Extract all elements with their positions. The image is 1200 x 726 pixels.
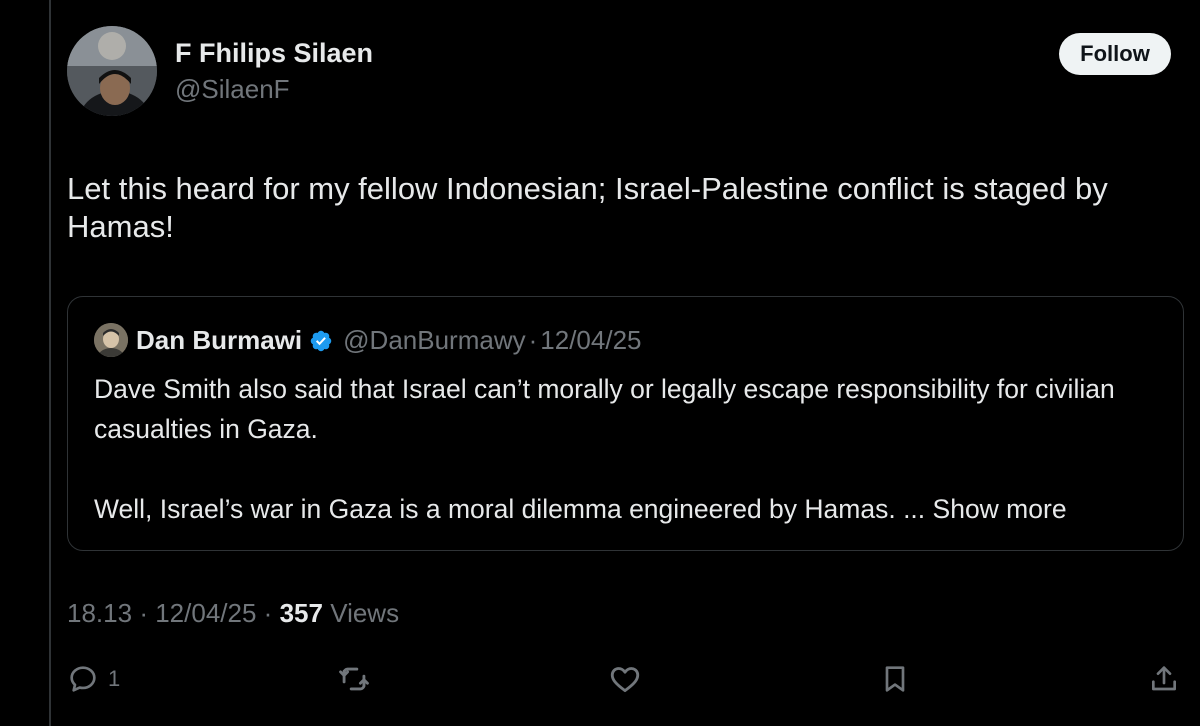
avatar-photo bbox=[67, 26, 157, 116]
post-date[interactable]: 12/04/25 bbox=[155, 598, 256, 628]
quote-paragraph-last: Well, Israel’s war in Gaza is a moral di… bbox=[94, 489, 1164, 529]
post-meta: 18.13 · 12/04/25 · 357 Views bbox=[67, 598, 399, 629]
quote-body: Dave Smith also said that Israel can’t m… bbox=[94, 369, 1164, 529]
verified-badge-icon bbox=[309, 329, 333, 353]
like-button[interactable] bbox=[608, 662, 642, 696]
post-text: Let this heard for my fellow Indonesian;… bbox=[67, 171, 1108, 244]
meta-separator: · bbox=[263, 598, 273, 628]
quote-date[interactable]: 12/04/25 bbox=[540, 325, 641, 356]
quote-header: Dan Burmawi @DanBurmawy · 12/04/25 bbox=[136, 325, 642, 356]
quoted-post-card[interactable]: Dan Burmawi @DanBurmawy · 12/04/25 Dave … bbox=[67, 296, 1184, 551]
thread-line bbox=[49, 0, 51, 726]
author-name[interactable]: F Fhilips Silaen bbox=[175, 38, 373, 69]
share-button[interactable] bbox=[1148, 662, 1180, 696]
views-count: 357 bbox=[279, 598, 323, 628]
show-more-link[interactable]: Show more bbox=[933, 494, 1067, 524]
quote-avatar-photo bbox=[94, 323, 128, 357]
like-icon bbox=[610, 667, 640, 693]
quote-author-name[interactable]: Dan Burmawi bbox=[136, 325, 302, 356]
quote-paragraph-text: Well, Israel’s war in Gaza is a moral di… bbox=[94, 494, 926, 524]
author-avatar[interactable] bbox=[67, 26, 157, 116]
reply-button[interactable]: 1 bbox=[67, 662, 120, 696]
quote-author-avatar[interactable] bbox=[94, 323, 128, 357]
share-icon bbox=[1152, 666, 1176, 691]
reply-icon bbox=[70, 666, 96, 692]
follow-button[interactable]: Follow bbox=[1059, 33, 1171, 75]
author-handle[interactable]: @SilaenF bbox=[175, 74, 290, 105]
quote-author-handle[interactable]: @DanBurmawy bbox=[343, 325, 525, 356]
repost-icon bbox=[339, 667, 369, 691]
quote-paragraph: Dave Smith also said that Israel can’t m… bbox=[94, 374, 1115, 444]
quote-separator: · bbox=[528, 325, 538, 355]
bookmark-icon bbox=[885, 666, 905, 692]
bookmark-button[interactable] bbox=[879, 662, 911, 696]
post-time[interactable]: 18.13 bbox=[67, 598, 132, 628]
views-label: Views bbox=[330, 598, 400, 628]
meta-separator: · bbox=[139, 598, 148, 628]
repost-button[interactable] bbox=[337, 662, 371, 696]
reply-count: 1 bbox=[108, 666, 121, 691]
